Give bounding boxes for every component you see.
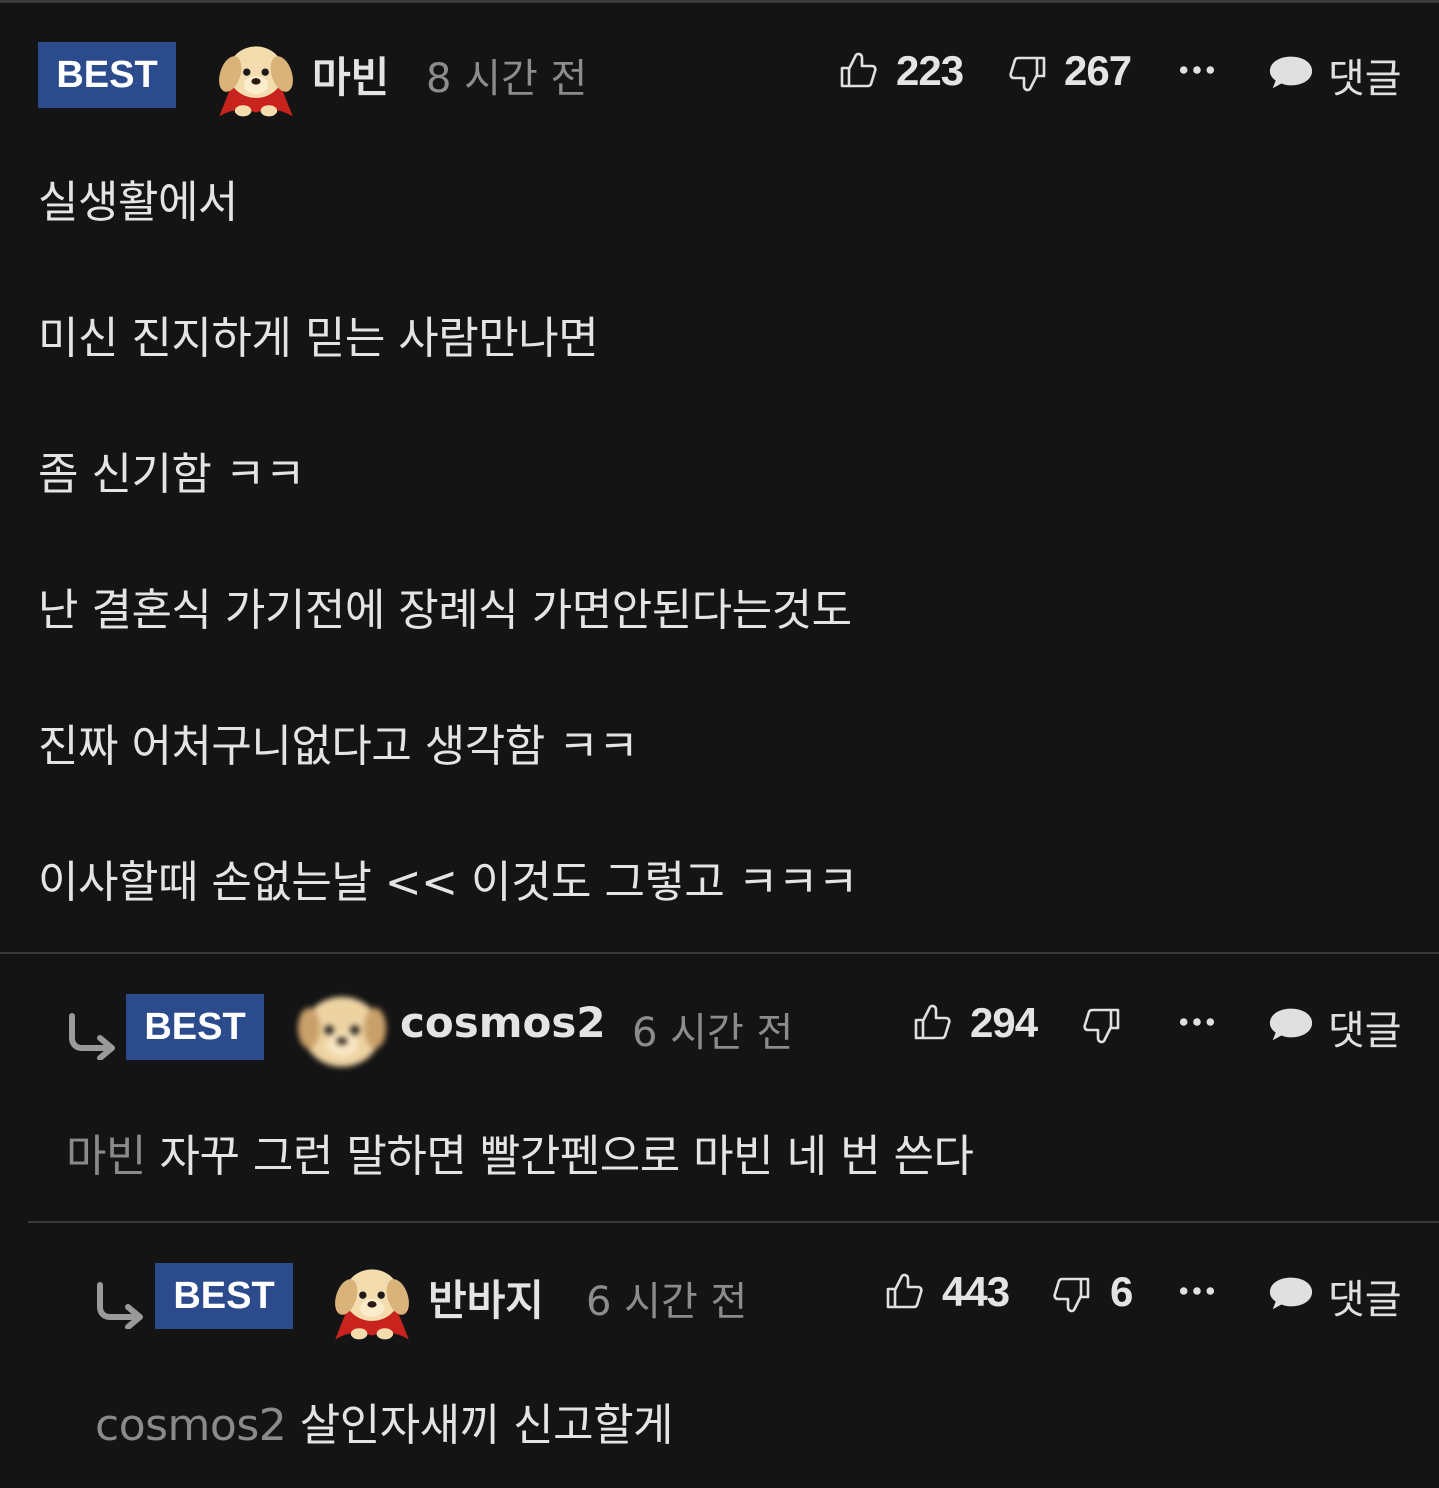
- comment-text: 마빈 자꾸 그런 말하면 빨간펜으로 마빈 네 번 쓴다: [66, 1120, 974, 1184]
- like-count: 223: [896, 47, 964, 94]
- comment-header: BEST 마빈 8 시간 전 223 267 댓글: [0, 20, 1439, 120]
- comment-text-line: 좀 신기함 ㅋㅋ: [38, 449, 305, 500]
- reply-comment-item: BEST cosmos2 6 시간 전 294 댓글 마빈 자꾸 그런 말하면 …: [0, 954, 1439, 1222]
- username[interactable]: cosmos2: [400, 998, 606, 1047]
- username[interactable]: 마빈: [312, 44, 389, 105]
- reply-button[interactable]: 댓글: [1328, 1267, 1402, 1325]
- comment-text-content: 자꾸 그런 말하면 빨간펜으로 마빈 네 번 쓴다: [159, 1131, 974, 1182]
- best-badge: BEST: [38, 42, 176, 108]
- mention-username[interactable]: cosmos2: [95, 1400, 287, 1451]
- thumbs-up-icon[interactable]: [912, 1002, 952, 1042]
- comment-text-line: 난 결혼식 가기전에 장례식 가면안된다는것도: [38, 585, 852, 636]
- thumbs-up-icon[interactable]: [838, 50, 878, 90]
- mention-username[interactable]: 마빈: [66, 1131, 146, 1182]
- reply-button[interactable]: 댓글: [1328, 46, 1402, 104]
- reply-arrow-icon: [92, 1281, 148, 1329]
- comment-text-content: 살인자새끼 신고할게: [299, 1400, 674, 1451]
- avatar[interactable]: [296, 984, 388, 1076]
- comment-header: BEST cosmos2 6 시간 전 294 댓글: [0, 976, 1439, 1076]
- comment-text-line: 실생활에서: [38, 177, 238, 228]
- more-icon[interactable]: [1178, 1285, 1216, 1297]
- comment-text-line: 진짜 어처구니없다고 생각함 ㅋㅋ: [38, 721, 639, 772]
- dislike-count: 6: [1110, 1268, 1133, 1315]
- timestamp: 8 시간 전: [426, 56, 588, 102]
- comment-text: cosmos2 살인자새끼 신고할게: [95, 1389, 674, 1453]
- speech-bubble-icon[interactable]: [1268, 52, 1314, 92]
- best-badge: BEST: [155, 1263, 293, 1329]
- like-count: 294: [970, 999, 1038, 1046]
- thumbs-down-icon[interactable]: [1082, 1006, 1122, 1046]
- timestamp: 6 시간 전: [632, 1010, 794, 1056]
- thumbs-down-icon[interactable]: [1052, 1275, 1092, 1315]
- username[interactable]: 반바지: [428, 1267, 544, 1328]
- reply-arrow-icon: [64, 1012, 120, 1060]
- more-icon[interactable]: [1178, 1016, 1216, 1028]
- comment-header: BEST 반바지 6 시간 전 443 6 댓글: [0, 1245, 1439, 1345]
- reply-button[interactable]: 댓글: [1328, 998, 1402, 1056]
- like-count: 443: [942, 1268, 1010, 1315]
- comment-text-line: 이사할때 손없는날 << 이것도 그렇고 ㅋㅋㅋ: [38, 857, 858, 908]
- comment-text-line: 미신 진지하게 믿는 사람만나면: [38, 313, 599, 364]
- best-badge: BEST: [126, 994, 264, 1060]
- thumbs-up-icon[interactable]: [884, 1271, 924, 1311]
- speech-bubble-icon[interactable]: [1268, 1004, 1314, 1044]
- dislike-count: 267: [1064, 47, 1132, 94]
- avatar[interactable]: [326, 1251, 418, 1343]
- more-icon[interactable]: [1178, 64, 1216, 76]
- thumbs-down-icon[interactable]: [1008, 54, 1048, 94]
- reply-comment-item: BEST 반바지 6 시간 전 443 6 댓글 cosmos2 살인자새끼 신…: [0, 1223, 1439, 1488]
- speech-bubble-icon[interactable]: [1268, 1273, 1314, 1313]
- avatar[interactable]: [210, 28, 302, 120]
- timestamp: 6 시간 전: [586, 1279, 748, 1325]
- comment-item: BEST 마빈 8 시간 전 223 267 댓글 실생활에서 미신 진지하게 …: [0, 0, 1439, 952]
